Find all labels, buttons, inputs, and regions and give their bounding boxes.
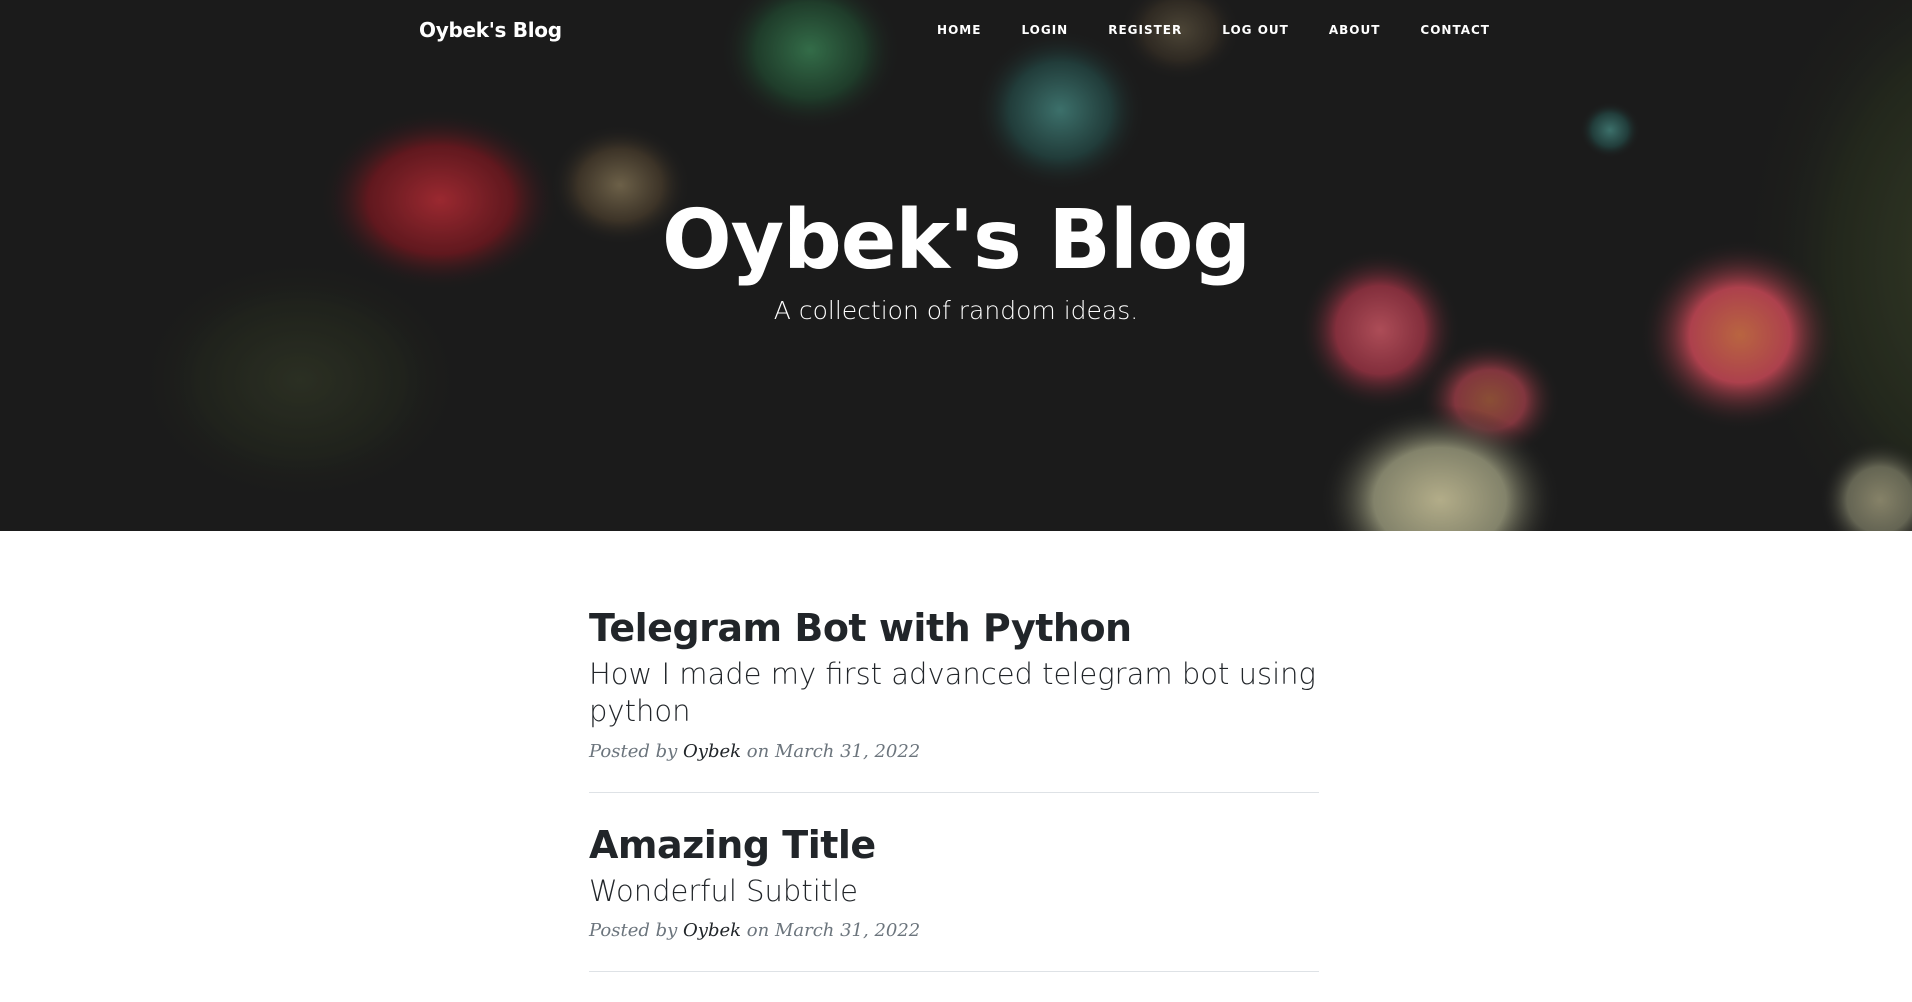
post-meta: Posted by Oybek on March 31, 2022 xyxy=(589,741,1319,762)
brand-link[interactable]: Oybek's Blog xyxy=(419,18,562,42)
post-date: March 31, 2022 xyxy=(774,740,921,762)
nav-link-about[interactable]: ABOUT xyxy=(1329,23,1381,37)
post-author-link[interactable]: Oybek xyxy=(683,741,741,762)
post-subtitle: How I made my first advanced telegram bo… xyxy=(589,656,1316,729)
post-title: Amazing Title xyxy=(589,822,876,867)
post-subtitle: Wonderful Subtitle xyxy=(589,873,859,908)
post-title: Telegram Bot with Python xyxy=(589,606,1132,650)
post-link[interactable]: Telegram Bot with Python How I made my f… xyxy=(589,606,1319,731)
post-list: Telegram Bot with Python How I made my f… xyxy=(589,606,1319,1002)
post-link[interactable]: Amazing Title Wonderful Subtitle xyxy=(589,823,1319,910)
post-author-link[interactable]: Oybek xyxy=(683,920,741,941)
nav-link-contact[interactable]: CONTACT xyxy=(1420,23,1490,37)
post-meta: Posted by Oybek on March 31, 2022 xyxy=(589,920,1319,941)
post-meta-on: on xyxy=(746,920,770,942)
nav-link-register[interactable]: REGISTER xyxy=(1108,23,1182,37)
navbar: Oybek's Blog HOME LOGIN REGISTER LOG OUT… xyxy=(0,0,1912,64)
post-meta-prefix: Posted by xyxy=(589,920,678,942)
nav-link-home[interactable]: HOME xyxy=(937,23,981,37)
post-meta-prefix: Posted by xyxy=(589,740,678,762)
post-preview: Amazing Title Wonderful Subtitle Posted … xyxy=(589,823,1319,973)
post-meta-on: on xyxy=(746,740,770,762)
site-subtitle: A collection of random ideas. xyxy=(773,296,1139,326)
site-title: Oybek's Blog xyxy=(661,193,1251,288)
masthead: Oybek's Blog HOME LOGIN REGISTER LOG OUT… xyxy=(0,0,1912,531)
nav-link-log-out[interactable]: LOG OUT xyxy=(1222,23,1289,37)
nav-links: HOME LOGIN REGISTER LOG OUT ABOUT CONTAC… xyxy=(897,23,1490,37)
post-date: March 31, 2022 xyxy=(774,920,921,942)
nav-link-login[interactable]: LOGIN xyxy=(1021,23,1068,37)
post-preview: Telegram Bot with Python How I made my f… xyxy=(589,606,1319,793)
site-heading: Oybek's Blog A collection of random idea… xyxy=(0,193,1912,326)
